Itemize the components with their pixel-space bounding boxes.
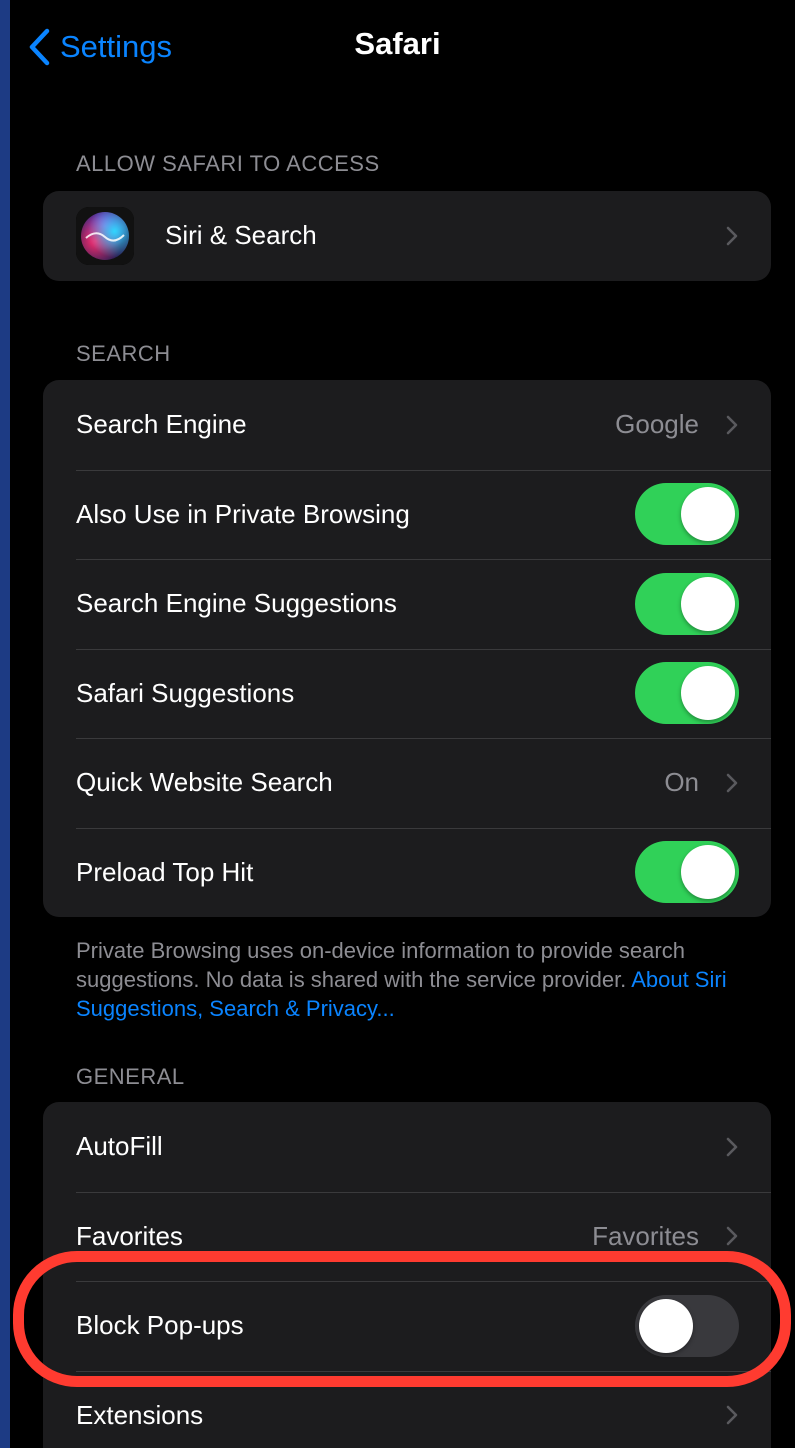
block-popups-toggle[interactable] [635, 1294, 739, 1357]
row-safari-suggestions-label: Safari Suggestions [76, 677, 295, 708]
row-quick-website-search[interactable]: Quick Website Search On [43, 738, 771, 828]
toggle-knob [639, 1298, 693, 1353]
search-footnote: Private Browsing uses on-device informat… [76, 936, 756, 1023]
row-extensions[interactable]: Extensions [43, 1370, 771, 1448]
row-preload-top-hit: Preload Top Hit [43, 827, 771, 918]
row-favorites-label: Favorites [76, 1220, 183, 1251]
row-private-browsing-label: Also Use in Private Browsing [76, 498, 410, 529]
row-quick-website-search-value: On [664, 767, 699, 798]
row-safari-suggestions: Safari Suggestions [43, 648, 771, 739]
private-browsing-toggle[interactable] [635, 483, 739, 546]
group-search: Search Engine Google Also Use in Private… [43, 380, 771, 917]
toggle-knob [681, 666, 735, 721]
row-autofill-label: AutoFill [76, 1131, 163, 1162]
toggle-knob [681, 576, 735, 631]
toggle-knob [681, 487, 735, 542]
chevron-right-icon [726, 415, 738, 435]
group-access: Siri & Search [43, 191, 771, 281]
row-search-engine[interactable]: Search Engine Google [43, 380, 771, 470]
chevron-right-icon [726, 1405, 738, 1425]
row-engine-suggestions-label: Search Engine Suggestions [76, 588, 397, 619]
section-header-search: SEARCH [76, 341, 171, 366]
row-search-engine-value: Google [615, 409, 699, 440]
section-header-access: ALLOW SAFARI TO ACCESS [76, 151, 380, 176]
row-preload-top-hit-label: Preload Top Hit [76, 856, 254, 887]
siri-icon [76, 206, 134, 265]
row-engine-suggestions: Search Engine Suggestions [43, 559, 771, 649]
row-private-browsing: Also Use in Private Browsing [43, 469, 771, 560]
row-favorites-value: Favorites [592, 1220, 699, 1251]
chevron-right-icon [726, 226, 738, 246]
group-general: AutoFill Favorites Favorites Block Pop-u… [43, 1102, 771, 1448]
preload-top-hit-toggle[interactable] [635, 841, 739, 904]
row-block-popups-label: Block Pop-ups [76, 1310, 244, 1341]
toggle-knob [681, 845, 735, 900]
row-extensions-label: Extensions [76, 1399, 204, 1430]
section-header-general: GENERAL [76, 1064, 185, 1089]
row-block-popups: Block Pop-ups [43, 1281, 771, 1371]
page-title: Safari [354, 26, 441, 61]
engine-suggestions-toggle[interactable] [635, 572, 739, 635]
row-favorites[interactable]: Favorites Favorites [43, 1191, 771, 1282]
chevron-right-icon [726, 1137, 738, 1157]
row-search-engine-label: Search Engine [76, 409, 247, 440]
row-siri-search[interactable]: Siri & Search [43, 191, 771, 281]
row-autofill[interactable]: AutoFill [43, 1102, 771, 1192]
row-quick-website-search-label: Quick Website Search [76, 767, 333, 798]
search-footnote-text: Private Browsing uses on-device informat… [76, 938, 685, 992]
chevron-right-icon [726, 773, 738, 793]
safari-suggestions-toggle[interactable] [635, 662, 739, 725]
row-siri-search-label: Siri & Search [165, 220, 317, 251]
chevron-right-icon [726, 1226, 738, 1246]
settings-screen: Settings Safari ALLOW SAFARI TO ACCESS S… [10, 0, 795, 1448]
